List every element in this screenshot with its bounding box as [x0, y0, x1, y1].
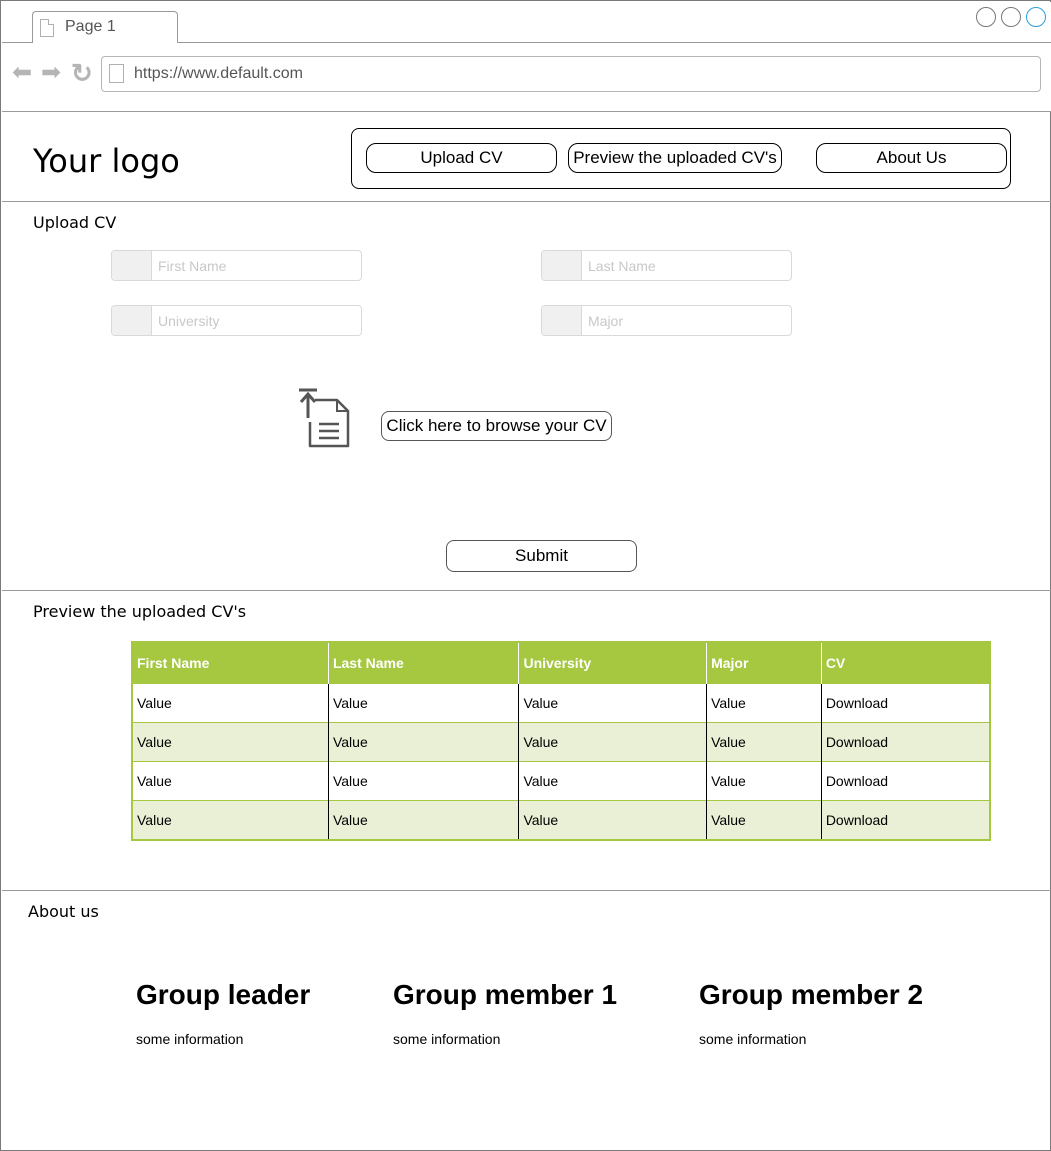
address-bar-row: ⬅ ➡ ↻ https://www.default.com [2, 43, 1051, 112]
first-name-field[interactable] [111, 250, 362, 281]
table-cell: Value [518, 683, 707, 723]
nav-about-us-button[interactable]: About Us [816, 143, 1007, 173]
member-info: some information [136, 1031, 244, 1047]
field-addon [112, 251, 152, 280]
member-info: some information [393, 1031, 501, 1047]
table-row: Value Value Value Value Download [132, 800, 990, 840]
logo: Your logo [33, 142, 180, 180]
file-upload-icon[interactable] [297, 388, 351, 450]
window-circle-icon[interactable] [976, 7, 996, 27]
back-arrow-icon[interactable]: ⬅ [12, 61, 32, 85]
table-header-row: First Name Last Name University Major CV [132, 642, 990, 684]
table-cell: Value [706, 722, 822, 762]
table-cell: Value [327, 800, 519, 840]
site-header: Your logo Upload CV Preview the uploaded… [2, 112, 1051, 202]
member-info: some information [699, 1031, 807, 1047]
submit-button[interactable]: Submit [446, 540, 637, 572]
university-input[interactable] [156, 310, 355, 332]
preview-cv-section: Preview the uploaded CV's First Name Las… [2, 591, 1051, 891]
nav-upload-cv-button[interactable]: Upload CV [366, 143, 557, 173]
table-cell: Value [132, 761, 329, 801]
browser-window: Page 1 ⬅ ➡ ↻ https://www.default.com You… [0, 0, 1051, 1151]
section-title-about: About us [28, 902, 99, 921]
column-header[interactable]: CV [820, 642, 990, 684]
field-addon [542, 251, 582, 280]
window-circle-icon[interactable] [1026, 7, 1046, 27]
tab-page-1[interactable]: Page 1 [32, 11, 178, 43]
section-title-preview: Preview the uploaded CV's [33, 602, 247, 621]
table-cell: Value [132, 800, 329, 840]
nav-preview-button[interactable]: Preview the uploaded CV's [568, 143, 782, 173]
field-addon [542, 306, 582, 335]
table-row: Value Value Value Value Download [132, 761, 990, 801]
last-name-input[interactable] [586, 255, 785, 277]
forward-arrow-icon[interactable]: ➡ [41, 61, 61, 85]
last-name-field[interactable] [541, 250, 792, 281]
table-cell: Value [518, 800, 707, 840]
table-cell: Value [327, 722, 519, 762]
table-row: Value Value Value Value Download [132, 722, 990, 762]
section-title-upload: Upload CV [33, 213, 117, 232]
table-cell: Value [132, 683, 329, 723]
download-link[interactable]: Download [820, 722, 990, 762]
major-field[interactable] [541, 305, 792, 336]
page-icon [40, 19, 54, 37]
tab-label: Page 1 [65, 18, 116, 35]
url-input[interactable]: https://www.default.com [101, 56, 1041, 92]
column-header[interactable]: Major [706, 642, 822, 684]
field-addon [112, 306, 152, 335]
nav-menu: Upload CV Preview the uploaded CV's Abou… [351, 128, 1011, 189]
table-cell: Value [706, 683, 822, 723]
first-name-input[interactable] [156, 255, 355, 277]
cv-table: First Name Last Name University Major CV… [131, 641, 991, 841]
url-text: https://www.default.com [134, 65, 303, 82]
column-header[interactable]: First Name [132, 642, 329, 684]
window-circle-icon[interactable] [1001, 7, 1021, 27]
upload-cv-section: Upload CV Click here to browse y [2, 202, 1051, 591]
university-field[interactable] [111, 305, 362, 336]
download-link[interactable]: Download [820, 800, 990, 840]
table-cell: Value [706, 800, 822, 840]
table-row: Value Value Value Value Download [132, 683, 990, 723]
page-icon [109, 64, 124, 83]
column-header[interactable]: Last Name [327, 642, 519, 684]
table-cell: Value [518, 722, 707, 762]
tab-bar: Page 1 [2, 2, 1051, 43]
table-cell: Value [518, 761, 707, 801]
reload-icon[interactable]: ↻ [71, 60, 93, 86]
browse-cv-button[interactable]: Click here to browse your CV [381, 411, 612, 441]
download-link[interactable]: Download [820, 683, 990, 723]
download-link[interactable]: Download [820, 761, 990, 801]
table-cell: Value [327, 761, 519, 801]
column-header[interactable]: University [518, 642, 707, 684]
member-name: Group member 1 [393, 979, 618, 1010]
member-name: Group leader [136, 979, 311, 1010]
table-cell: Value [132, 722, 329, 762]
table-cell: Value [327, 683, 519, 723]
major-input[interactable] [586, 310, 785, 332]
table-cell: Value [706, 761, 822, 801]
about-us-section: About us Group leader some information G… [2, 891, 1051, 1150]
member-name: Group member 2 [699, 979, 924, 1010]
